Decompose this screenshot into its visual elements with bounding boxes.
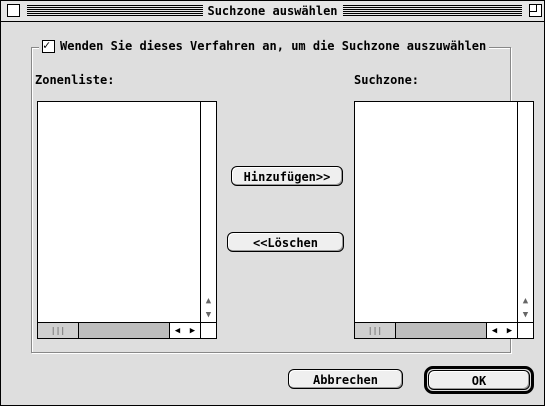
scroll-track[interactable] [396,323,486,338]
title-bar[interactable]: Suchzone auswählen [1,1,544,22]
close-box-icon[interactable] [7,4,20,17]
scroll-down-arrow-icon[interactable]: ▼ [518,308,533,322]
scroll-right-arrow-icon[interactable]: ▶ [507,326,512,336]
zone-list-box[interactable]: ▲ ▼ ||| ◀ ▶ [37,101,217,339]
scroll-thumb[interactable]: ||| [38,323,79,338]
ok-button[interactable]: OK [428,370,530,390]
zone-list-label: Zonenliste: [35,73,115,87]
scroll-thumb[interactable]: ||| [355,323,396,338]
remove-button[interactable]: <<Löschen [227,232,344,252]
scrollbar-corner [517,322,533,338]
scroll-track[interactable] [79,323,169,338]
procedure-checkbox-row[interactable]: Wenden Sie dieses Verfahren an, um die S… [39,38,490,54]
dialog-window: Suchzone auswählen Wenden Sie dieses Ver… [0,0,545,406]
horizontal-scroll-arrows: ◀ ▶ [169,323,200,338]
zone-list-vertical-scrollbar[interactable]: ▲ ▼ [200,102,216,322]
search-zone-horizontal-scrollbar[interactable]: ||| ◀ ▶ [355,322,517,338]
scroll-left-arrow-icon[interactable]: ◀ [492,326,497,336]
search-zone-label: Suchzone: [354,73,420,87]
scrollbar-corner [200,322,216,338]
zoom-box-icon[interactable] [529,4,542,17]
procedure-checkbox[interactable] [42,38,55,53]
search-zone-list-box[interactable]: ▲ ▼ ||| ◀ ▶ [354,101,534,339]
add-button[interactable]: Hinzufügen>> [231,166,343,186]
scroll-right-arrow-icon[interactable]: ▶ [190,326,195,336]
scroll-left-arrow-icon[interactable]: ◀ [175,326,180,336]
window-title: Suchzone auswählen [202,2,343,20]
scroll-up-arrow-icon[interactable]: ▲ [518,294,533,308]
procedure-checkbox-label: Wenden Sie dieses Verfahren an, um die S… [60,39,487,53]
scroll-down-arrow-icon[interactable]: ▼ [201,308,216,322]
cancel-button[interactable]: Abbrechen [288,369,403,389]
zone-list-horizontal-scrollbar[interactable]: ||| ◀ ▶ [38,322,200,338]
scroll-up-arrow-icon[interactable]: ▲ [201,294,216,308]
horizontal-scroll-arrows: ◀ ▶ [486,323,517,338]
search-zone-vertical-scrollbar[interactable]: ▲ ▼ [517,102,533,322]
